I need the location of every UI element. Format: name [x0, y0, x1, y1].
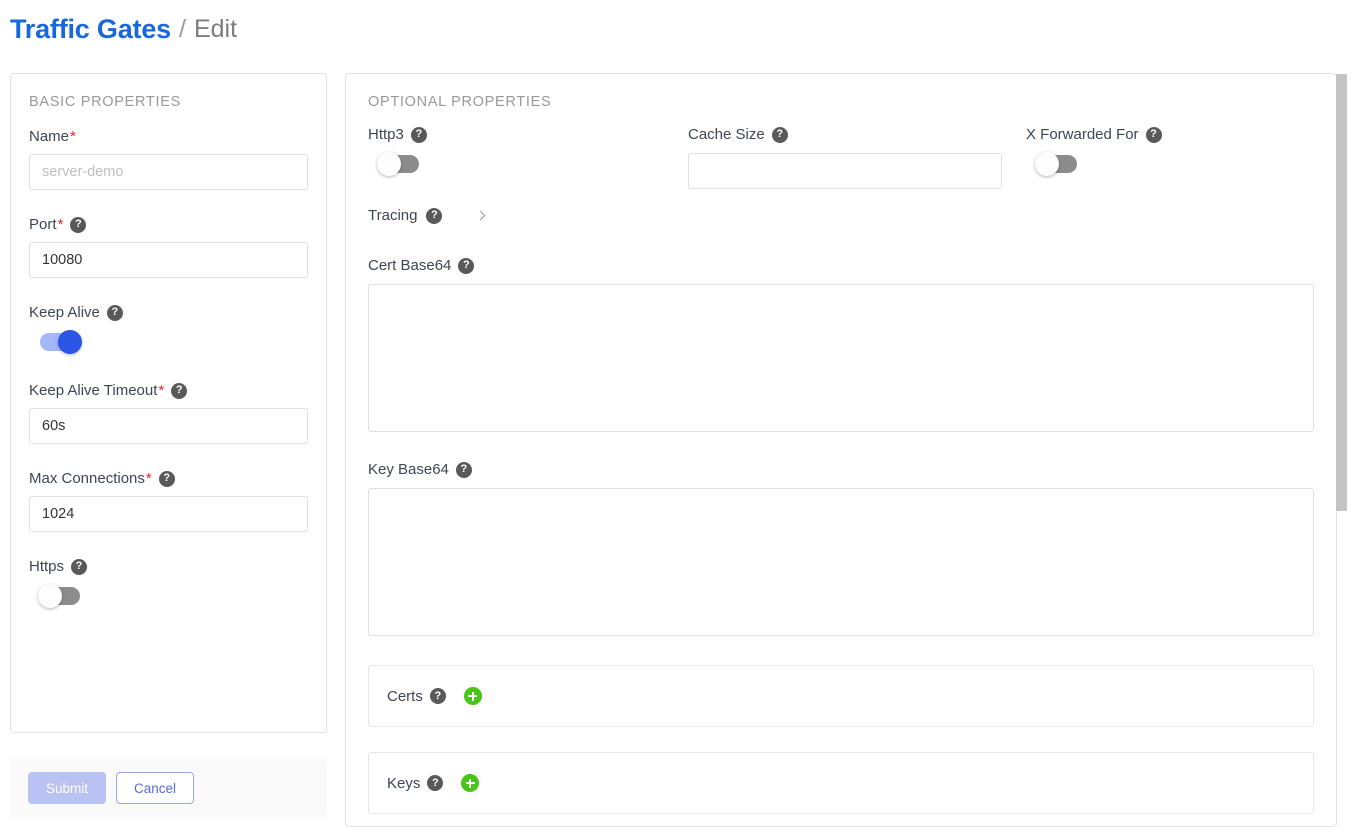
- field-https: Https ?: [29, 558, 308, 608]
- field-port-label: Port: [29, 216, 57, 233]
- field-port-label-row: Port * ?: [29, 216, 308, 233]
- optional-properties-panel: OPTIONAL PROPERTIES Http3 ? Cache Size ?: [345, 73, 1337, 827]
- field-cache-size-label: Cache Size: [688, 126, 765, 143]
- field-http3: Http3 ?: [368, 126, 688, 189]
- field-certs-label: Certs: [387, 687, 423, 705]
- toggle-knob: [1035, 152, 1059, 176]
- help-icon[interactable]: ?: [70, 216, 87, 233]
- field-x-forwarded-for: X Forwarded For ?: [1008, 126, 1288, 189]
- field-keys-label: Keys: [387, 774, 421, 792]
- field-cache-size: Cache Size ?: [688, 126, 1008, 189]
- field-name-required: *: [70, 128, 76, 145]
- certs-box: Certs ?: [368, 665, 1314, 727]
- field-keys-label-row: Keys ?: [387, 774, 444, 792]
- https-toggle[interactable]: [38, 584, 80, 608]
- breadcrumb-separator: /: [178, 14, 186, 43]
- max-connections-input[interactable]: [29, 496, 308, 532]
- field-key-base64-label-row: Key Base64 ?: [368, 461, 1314, 478]
- help-icon[interactable]: ?: [171, 382, 188, 399]
- field-max-connections-label: Max Connections: [29, 470, 145, 487]
- toggle-knob: [58, 330, 82, 354]
- cert-base64-textarea[interactable]: [368, 284, 1314, 432]
- help-icon[interactable]: ?: [1145, 126, 1162, 143]
- cache-size-input[interactable]: [688, 153, 1002, 189]
- field-keep-alive-timeout-label: Keep Alive Timeout: [29, 382, 158, 399]
- basic-properties-title: BASIC PROPERTIES: [29, 94, 181, 110]
- field-keep-alive-timeout-required: *: [158, 382, 165, 399]
- add-cert-button[interactable]: [463, 687, 482, 705]
- field-https-label-row: Https ?: [29, 558, 308, 575]
- optional-properties-title: OPTIONAL PROPERTIES: [368, 94, 552, 110]
- name-input[interactable]: [29, 154, 308, 190]
- help-icon[interactable]: ?: [455, 461, 472, 478]
- field-http3-label-row: Http3 ?: [368, 126, 688, 143]
- keep-alive-timeout-input[interactable]: [29, 408, 308, 444]
- help-icon[interactable]: ?: [426, 207, 443, 224]
- help-icon[interactable]: ?: [429, 688, 446, 704]
- field-port: Port * ?: [29, 216, 308, 278]
- optional-row-1: Http3 ? Cache Size ? X Forwarded For ?: [368, 126, 1314, 189]
- help-icon[interactable]: ?: [427, 775, 444, 791]
- field-name: Name *: [29, 128, 308, 190]
- submit-button[interactable]: Submit: [28, 772, 107, 804]
- field-http3-label: Http3: [368, 126, 404, 143]
- http3-toggle[interactable]: [377, 152, 419, 176]
- keys-box: Keys ?: [368, 752, 1314, 814]
- field-cert-base64: Cert Base64 ?: [368, 257, 1314, 437]
- field-tracing-label: Tracing: [368, 207, 418, 224]
- toggle-knob: [377, 152, 401, 176]
- field-max-connections-required: *: [145, 470, 152, 487]
- cancel-button[interactable]: Cancel: [116, 772, 195, 804]
- help-icon[interactable]: ?: [158, 470, 175, 487]
- breadcrumb-current-edit: Edit: [193, 14, 238, 43]
- scrollbar-thumb[interactable]: [1336, 74, 1347, 511]
- toggle-knob: [38, 584, 62, 608]
- field-keep-alive-timeout: Keep Alive Timeout * ?: [29, 382, 308, 444]
- key-base64-textarea[interactable]: [368, 488, 1314, 636]
- field-cert-base64-label-row: Cert Base64 ?: [368, 257, 1314, 274]
- breadcrumb-link-traffic-gates[interactable]: Traffic Gates: [10, 14, 171, 45]
- field-max-connections-label-row: Max Connections * ?: [29, 470, 308, 487]
- field-keep-alive: Keep Alive ?: [29, 304, 308, 354]
- field-keep-alive-timeout-label-row: Keep Alive Timeout * ?: [29, 382, 308, 399]
- field-name-label-row: Name *: [29, 128, 308, 145]
- x-forwarded-for-toggle[interactable]: [1035, 152, 1077, 176]
- field-port-required: *: [57, 216, 64, 233]
- help-icon[interactable]: ?: [410, 126, 427, 143]
- help-icon[interactable]: ?: [106, 304, 123, 321]
- field-key-base64: Key Base64 ?: [368, 461, 1314, 641]
- keep-alive-toggle[interactable]: [40, 330, 82, 354]
- field-certs-label-row: Certs ?: [387, 688, 446, 705]
- chevron-right-icon[interactable]: [476, 210, 486, 221]
- add-key-button[interactable]: [461, 774, 480, 792]
- field-key-base64-label: Key Base64: [368, 461, 449, 478]
- field-keep-alive-label-row: Keep Alive ?: [29, 304, 308, 321]
- port-input[interactable]: [29, 242, 308, 278]
- field-keep-alive-label: Keep Alive: [29, 304, 100, 321]
- help-icon[interactable]: ?: [71, 558, 88, 575]
- field-name-label: Name: [29, 128, 70, 145]
- basic-properties-panel: BASIC PROPERTIES Name * Port * ? Keep Al…: [10, 73, 327, 733]
- field-cache-size-label-row: Cache Size ?: [688, 126, 1008, 143]
- help-icon[interactable]: ?: [458, 257, 475, 274]
- help-icon[interactable]: ?: [771, 126, 788, 143]
- breadcrumb: Traffic Gates / Edit: [10, 0, 237, 58]
- field-x-forwarded-for-label-row: X Forwarded For ?: [1026, 126, 1288, 143]
- field-tracing[interactable]: Tracing ?: [368, 207, 1314, 224]
- form-footer: Submit Cancel: [10, 757, 327, 819]
- field-https-label: Https: [29, 558, 65, 575]
- field-cert-base64-label: Cert Base64: [368, 257, 452, 274]
- field-max-connections: Max Connections * ?: [29, 470, 308, 532]
- field-x-forwarded-for-label: X Forwarded For: [1026, 126, 1139, 143]
